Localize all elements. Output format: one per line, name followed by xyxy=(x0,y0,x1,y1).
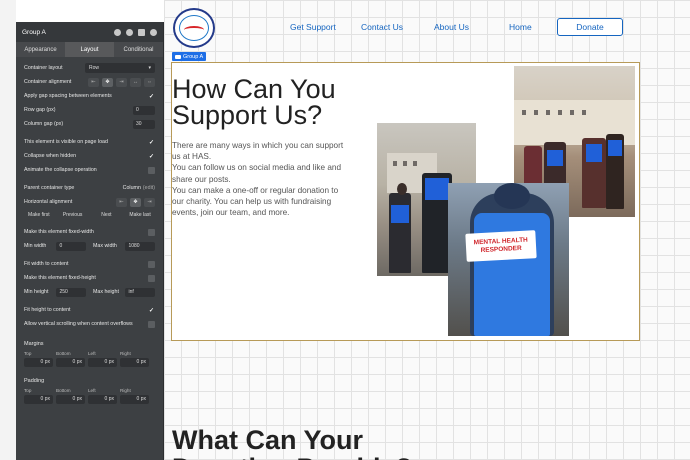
fit-height-row: Fit height to content ✓ xyxy=(24,307,155,314)
margins-heading: Margins xyxy=(24,341,44,347)
padding-heading: Padding xyxy=(24,378,45,384)
row-gap-row: Row gap (px) 0 xyxy=(16,103,163,117)
folder-icon xyxy=(175,54,181,59)
order-controls: Make first Previous Next Make last xyxy=(16,209,163,221)
margin-bottom-input[interactable]: 0 px xyxy=(56,357,85,367)
align-left-icon[interactable]: ⇤ xyxy=(88,77,99,87)
column-gap-input[interactable]: 30 xyxy=(133,119,155,129)
margins-inputs: 0 px 0 px 0 px 0 px xyxy=(16,356,163,368)
padding-top-input[interactable]: 0 px xyxy=(24,394,53,404)
padding-inputs: 0 px 0 px 0 px 0 px xyxy=(16,393,163,405)
container-layout-row: Container layout Row ▾ xyxy=(16,61,163,75)
collapse-hidden-row: Collapse when hidden ✓ xyxy=(24,153,155,160)
margins-side-labels: Top Bottom Left Right xyxy=(24,351,131,356)
tab-conditional[interactable]: Conditional xyxy=(114,42,163,57)
min-width-input[interactable]: 0 xyxy=(56,241,86,251)
logo-emblem-icon xyxy=(179,15,209,41)
apply-gap-row: Apply gap spacing between elements ✓ xyxy=(24,93,155,100)
align-justify-icon[interactable]: ↔ xyxy=(130,77,141,87)
group-selection-badge[interactable]: Group A xyxy=(172,52,207,61)
mental-health-responder-patch: MENTAL HEALTH RESPONDER xyxy=(465,230,537,262)
padding-left-input[interactable]: 0 px xyxy=(88,394,117,404)
fit-height-checkbox[interactable]: ✓ xyxy=(148,307,155,314)
parent-type-value: Column xyxy=(122,185,141,191)
donate-button[interactable]: Donate xyxy=(557,18,623,36)
max-height-input[interactable]: inf xyxy=(125,287,155,297)
property-editor-panel: Group A Appearance Layout Conditional Co… xyxy=(16,22,164,460)
height-range-row: Min height 250 Max height inf xyxy=(16,285,163,299)
preview-icon[interactable] xyxy=(114,28,121,36)
chevron-down-icon: ▾ xyxy=(148,65,151,71)
container-alignment-row: Container alignment ⇤ ✥ ⇥ ↔ ⇔ xyxy=(16,75,163,89)
align-right-icon[interactable]: ⇥ xyxy=(116,77,127,87)
padding-right-input[interactable]: 0 px xyxy=(120,394,149,404)
collapse-hidden-checkbox[interactable]: ✓ xyxy=(148,153,155,160)
apply-gap-checkbox[interactable]: ✓ xyxy=(148,93,155,100)
fixed-width-row: Make this element fixed-width xyxy=(16,225,163,239)
previous-button[interactable]: Previous xyxy=(56,212,90,218)
next-section-title: What Can Your Donation Provide? xyxy=(172,425,412,460)
padding-bottom-input[interactable]: 0 px xyxy=(56,394,85,404)
left-gutter xyxy=(0,0,16,460)
vertical-scroll-checkbox[interactable] xyxy=(148,320,155,328)
nav-home[interactable]: Home xyxy=(509,22,532,32)
fit-width-checkbox[interactable] xyxy=(148,260,155,268)
margin-right-input[interactable]: 0 px xyxy=(120,357,149,367)
parent-type-row: Parent container type Column (edit) xyxy=(24,185,155,191)
container-alignment-label: Container alignment xyxy=(24,79,72,85)
next-button[interactable]: Next xyxy=(90,212,124,218)
margin-left-input[interactable]: 0 px xyxy=(88,357,117,367)
panel-title: Group A xyxy=(22,28,46,36)
fit-width-row: Fit width to content xyxy=(16,257,163,271)
margin-top-input[interactable]: 0 px xyxy=(24,357,53,367)
fixed-height-checkbox[interactable] xyxy=(148,274,155,282)
tab-layout[interactable]: Layout xyxy=(65,42,114,57)
max-width-input[interactable]: 1080 xyxy=(125,241,155,251)
vertical-scroll-row: Allow vertical scrolling when content ov… xyxy=(16,317,163,331)
hero-copy: There are many ways in which you can sup… xyxy=(172,140,352,218)
tab-appearance[interactable]: Appearance xyxy=(16,42,65,57)
parent-type-edit-link[interactable]: (edit) xyxy=(143,185,155,191)
halign-right-icon[interactable]: ⇥ xyxy=(144,197,155,207)
nav-about-us[interactable]: About Us xyxy=(434,22,469,32)
row-gap-input[interactable]: 0 xyxy=(133,105,155,115)
visible-on-load-row: This element is visible on page load ✓ xyxy=(24,139,155,146)
nav-contact-us[interactable]: Contact Us xyxy=(361,22,403,32)
close-icon[interactable] xyxy=(150,28,157,36)
nav-get-support[interactable]: Get Support xyxy=(290,22,336,32)
align-stretch-icon[interactable]: ⇔ xyxy=(144,77,155,87)
horizontal-alignment-row: Horizontal alignment ⇤ ✥ ⇥ xyxy=(16,195,163,209)
hero-title: How Can You Support Us? xyxy=(172,74,336,130)
charity-logo[interactable] xyxy=(173,8,215,48)
panel-tabs: Appearance Layout Conditional xyxy=(16,42,163,57)
fixed-width-checkbox[interactable] xyxy=(148,228,155,236)
animate-collapse-row: Animate the collapse operation xyxy=(16,163,163,177)
container-layout-label: Container layout xyxy=(24,65,63,71)
min-height-input[interactable]: 250 xyxy=(56,287,86,297)
animate-collapse-checkbox[interactable] xyxy=(148,166,155,174)
column-gap-row: Column gap (px) 30 xyxy=(16,117,163,131)
halign-center-icon[interactable]: ✥ xyxy=(130,197,141,207)
hero-paragraph: You can follow us on social media and li… xyxy=(172,163,342,184)
padding-side-labels: Top Bottom Left Right xyxy=(24,388,131,393)
comment-icon[interactable] xyxy=(138,28,145,36)
hero-paragraph: You can make a one-off or regular donati… xyxy=(172,185,339,218)
container-layout-select[interactable]: Row ▾ xyxy=(85,63,155,73)
halign-left-icon[interactable]: ⇤ xyxy=(116,197,127,207)
make-last-button[interactable]: Make last xyxy=(123,212,157,218)
make-first-button[interactable]: Make first xyxy=(22,212,56,218)
panel-header: Group A xyxy=(16,22,163,42)
width-range-row: Min width 0 Max width 1080 xyxy=(16,239,163,253)
visible-on-load-checkbox[interactable]: ✓ xyxy=(148,139,155,146)
fixed-height-row: Make this element fixed-height xyxy=(16,271,163,285)
hero-paragraph: There are many ways in which you can sup… xyxy=(172,141,344,162)
info-icon[interactable] xyxy=(126,28,133,36)
align-center-icon[interactable]: ✥ xyxy=(102,77,113,87)
